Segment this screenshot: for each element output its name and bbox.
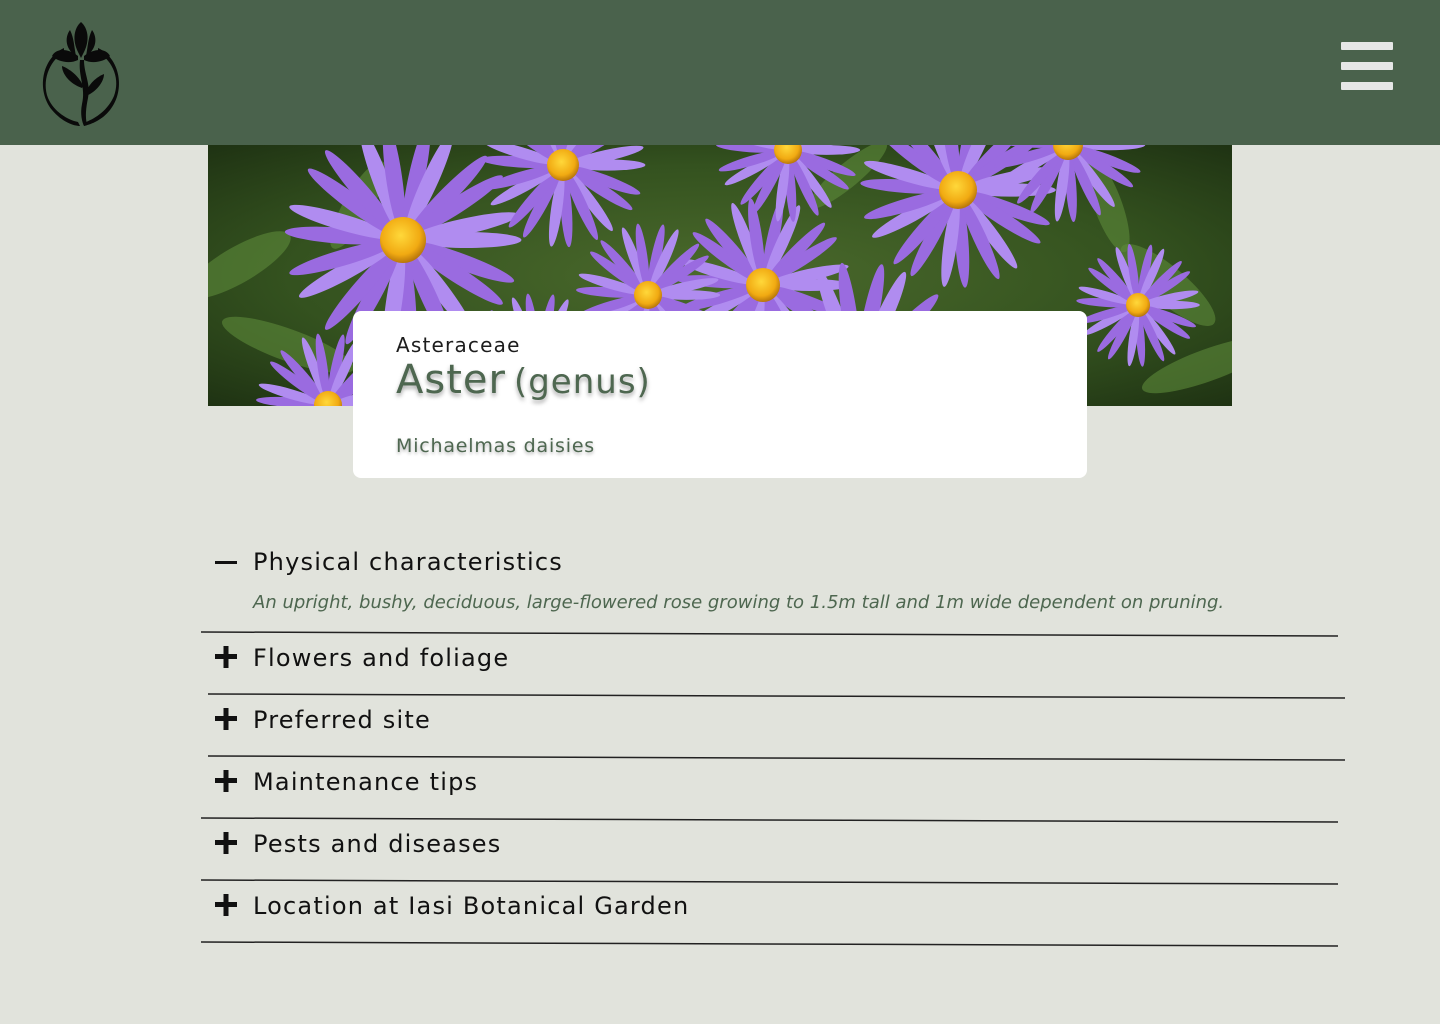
flower-logo-icon[interactable]: [34, 18, 128, 130]
plus-icon[interactable]: [214, 707, 238, 731]
taxon-rank: (genus): [513, 362, 651, 402]
accordion-title[interactable]: Location at Iasi Botanical Garden: [253, 892, 689, 920]
genus-name: Aster: [396, 357, 506, 403]
divider: [207, 755, 1346, 761]
accordion-title[interactable]: Flowers and foliage: [253, 644, 509, 672]
divider: [200, 631, 1339, 637]
divider: [200, 817, 1339, 823]
minus-icon[interactable]: [214, 551, 238, 575]
accordion-content: An upright, bushy, deciduous, large-flow…: [253, 592, 1225, 613]
divider: [200, 879, 1339, 885]
top-navigation-bar: [0, 0, 1440, 145]
accordion-title[interactable]: Pests and diseases: [253, 830, 501, 858]
common-name: Michaelmas daisies: [396, 435, 596, 457]
plant-name-heading: Aster (genus): [396, 357, 651, 403]
accordion-title[interactable]: Physical characteristics: [253, 548, 563, 576]
plant-title-card: Asteraceae Aster (genus) Michaelmas daisi…: [353, 311, 1087, 478]
accordion-title[interactable]: Maintenance tips: [253, 768, 478, 796]
divider: [207, 693, 1346, 699]
plus-icon[interactable]: [214, 769, 238, 793]
hamburger-menu-icon[interactable]: [1338, 40, 1396, 92]
plus-icon[interactable]: [214, 831, 238, 855]
plus-icon[interactable]: [214, 893, 238, 917]
plant-family: Asteraceae: [396, 333, 521, 357]
plus-icon[interactable]: [214, 645, 238, 669]
divider: [200, 941, 1339, 947]
accordion-title[interactable]: Preferred site: [253, 706, 431, 734]
